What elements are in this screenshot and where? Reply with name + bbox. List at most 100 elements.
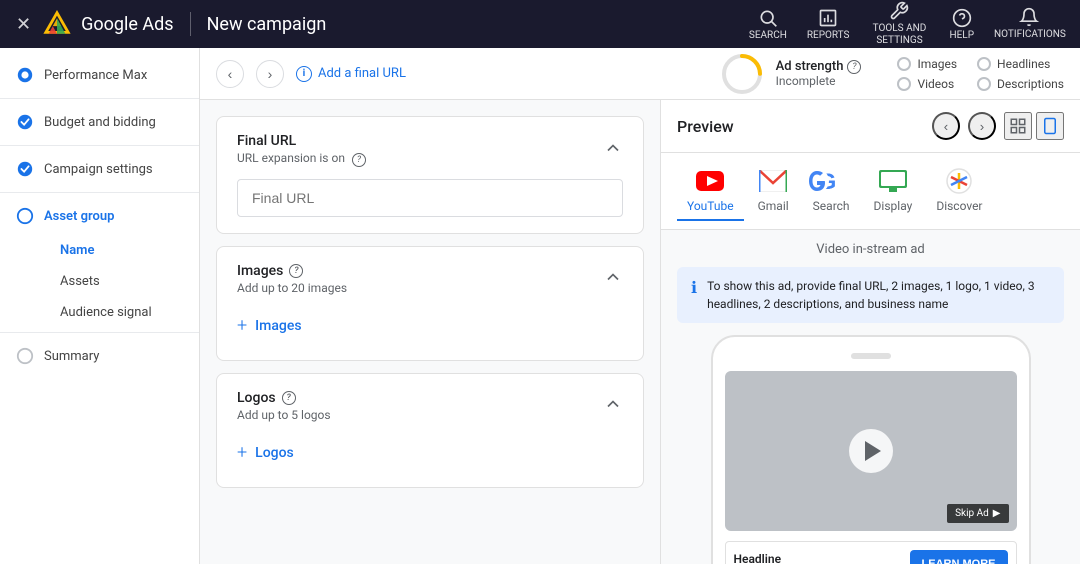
notifications-nav-button[interactable]: NOTIFICATIONS: [994, 7, 1064, 41]
preview-header: Preview ‹ ›: [661, 100, 1080, 153]
youtube-icon: [696, 167, 724, 195]
phone-speaker: [851, 353, 891, 359]
asset-checklist: Images Videos Headlines: [897, 57, 1064, 91]
ad-strength-help-icon[interactable]: ?: [847, 60, 861, 74]
ad-headline: Headline: [734, 552, 819, 564]
plus-icon-logos: +: [237, 442, 247, 463]
sidebar-item-budget-bidding[interactable]: Budget and bidding: [0, 103, 199, 141]
preview-next-button[interactable]: ›: [968, 112, 996, 140]
learn-more-button[interactable]: LEARN MORE: [910, 550, 1008, 564]
form-area: Final URL URL expansion is on ?: [200, 100, 660, 564]
final-url-title: Final URL: [237, 133, 366, 149]
reports-nav-button[interactable]: REPORTS: [807, 8, 850, 41]
skip-ad-button[interactable]: Skip Ad ▶: [947, 504, 1008, 523]
prev-step-button[interactable]: ‹: [216, 60, 244, 88]
play-button[interactable]: [849, 429, 893, 473]
nav-actions: SEARCH REPORTS TOOLS AND SETTINGS HELP N…: [749, 1, 1064, 47]
content-area: ‹ › i Add a final URL Ad strength ?: [200, 48, 1080, 564]
sidebar-item-performance-max[interactable]: Performance Max: [0, 56, 199, 94]
info-banner-icon: ℹ: [691, 278, 697, 297]
step-header: ‹ › i Add a final URL Ad strength ?: [200, 48, 1080, 100]
asset-item-images: Images: [897, 57, 957, 71]
preview-title: Preview: [677, 117, 734, 136]
plus-icon: +: [237, 315, 247, 336]
sidebar: Performance Max Budget and bidding Campa…: [0, 48, 200, 564]
info-banner: ℹ To show this ad, provide final URL, 2 …: [677, 267, 1064, 323]
final-url-subtitle: URL expansion is on ?: [237, 151, 366, 167]
form-preview-row: Final URL URL expansion is on ?: [200, 100, 1080, 564]
preview-grid-view-button[interactable]: [1004, 112, 1032, 140]
play-icon: [865, 441, 881, 461]
sidebar-subitem-name[interactable]: Name: [44, 235, 199, 266]
asset-item-descriptions: Descriptions: [977, 77, 1064, 91]
tools-nav-button[interactable]: TOOLS AND SETTINGS: [869, 1, 929, 47]
preview-mobile-view-button[interactable]: [1036, 112, 1064, 140]
channel-tab-gmail[interactable]: Gmail: [748, 161, 799, 221]
logos-header: Logos ? Add up to 5 logos: [237, 390, 623, 422]
app-name: Google Ads: [81, 14, 173, 35]
images-help-icon[interactable]: ?: [289, 264, 303, 278]
add-logos-button[interactable]: + Logos: [237, 434, 623, 471]
campaign-title: New campaign: [207, 14, 327, 35]
sidebar-divider-2: [0, 145, 199, 146]
sidebar-item-campaign-settings[interactable]: Campaign settings: [0, 150, 199, 188]
gmail-icon: [759, 167, 787, 195]
video-ad-label: Video in-stream ad: [677, 242, 1064, 257]
phone-mockup: Skip Ad ▶ Headline www.example.com LEARN…: [711, 335, 1031, 564]
add-images-button[interactable]: + Images: [237, 307, 623, 344]
url-expansion-help-icon[interactable]: ?: [352, 153, 366, 167]
display-icon: [879, 167, 907, 195]
asset-radio-descriptions: [977, 77, 991, 91]
sidebar-subitem-assets[interactable]: Assets: [44, 266, 199, 297]
images-title: Images ?: [237, 263, 347, 279]
sidebar-subitems: Name Assets Audience signal: [0, 235, 199, 328]
asset-radio-videos: [897, 77, 911, 91]
asset-item-headlines: Headlines: [977, 57, 1064, 71]
sidebar-divider: [0, 98, 199, 99]
ad-strength-circle: [720, 52, 764, 96]
preview-view-buttons: [1004, 112, 1064, 140]
close-button[interactable]: ✕: [16, 14, 31, 35]
sidebar-divider-4: [0, 332, 199, 333]
discover-icon: [945, 167, 973, 195]
help-nav-button[interactable]: HELP: [949, 8, 974, 41]
logos-subtitle: Add up to 5 logos: [237, 408, 331, 422]
video-thumbnail: Skip Ad ▶: [725, 371, 1017, 531]
channel-tab-display[interactable]: Display: [864, 161, 923, 221]
channel-tab-search[interactable]: G G Search: [803, 161, 860, 221]
images-title-area: Images ? Add up to 20 images: [237, 263, 347, 295]
preview-content: Video in-stream ad ℹ To show this ad, pr…: [661, 230, 1080, 564]
ad-footer: Headline www.example.com LEARN MORE: [725, 541, 1017, 564]
final-url-collapse-button[interactable]: [603, 138, 623, 162]
search-nav-button[interactable]: SEARCH: [749, 8, 787, 41]
preview-panel: Preview ‹ ›: [660, 100, 1080, 564]
images-collapse-button[interactable]: [603, 267, 623, 291]
images-subtitle: Add up to 20 images: [237, 281, 347, 295]
sidebar-item-asset-group[interactable]: Asset group: [0, 197, 199, 235]
logos-title-area: Logos ? Add up to 5 logos: [237, 390, 331, 422]
top-nav: ✕ Google Ads New campaign SEARCH REPORTS…: [0, 0, 1080, 48]
google-search-icon: G G: [817, 167, 845, 195]
sidebar-subitem-audience-signal[interactable]: Audience signal: [44, 297, 199, 328]
final-url-header: Final URL URL expansion is on ?: [237, 133, 623, 167]
next-step-button[interactable]: ›: [256, 60, 284, 88]
asset-radio-headlines: [977, 57, 991, 71]
channel-tab-discover[interactable]: Discover: [926, 161, 992, 221]
step-info: i Add a final URL: [296, 66, 406, 82]
sidebar-item-summary[interactable]: Summary: [0, 337, 199, 375]
info-banner-text: To show this ad, provide final URL, 2 im…: [707, 277, 1050, 313]
images-header: Images ? Add up to 20 images: [237, 263, 623, 295]
asset-item-videos: Videos: [897, 77, 957, 91]
logos-collapse-button[interactable]: [603, 394, 623, 418]
main-layout: Performance Max Budget and bidding Campa…: [0, 48, 1080, 564]
channel-tab-youtube[interactable]: YouTube: [677, 161, 744, 221]
final-url-card: Final URL URL expansion is on ?: [216, 116, 644, 234]
sidebar-divider-3: [0, 192, 199, 193]
final-url-input[interactable]: [237, 179, 623, 217]
asset-radio-images: [897, 57, 911, 71]
preview-prev-button[interactable]: ‹: [932, 112, 960, 140]
ad-strength-text: Ad strength ? Incomplete: [776, 59, 862, 88]
info-icon: i: [296, 66, 312, 82]
logos-title: Logos ?: [237, 390, 331, 406]
logos-help-icon[interactable]: ?: [282, 391, 296, 405]
